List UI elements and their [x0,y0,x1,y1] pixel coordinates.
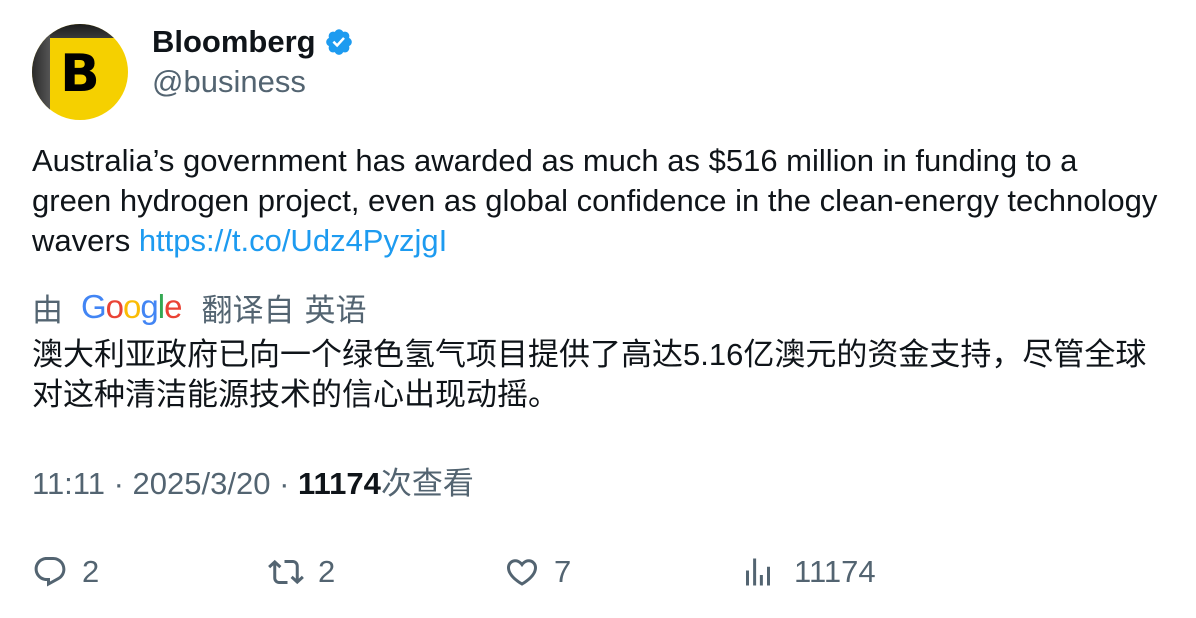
author-handle[interactable]: @business [152,62,306,102]
views-chart-icon [746,558,770,586]
google-logo-letter: o [105,288,124,325]
views-action-count: 11174 [794,554,876,589]
views-button[interactable]: 11174 [740,552,876,592]
translated-by-label: 由 [32,292,63,328]
views-label: 次查看 [380,466,474,501]
retweet-count: 2 [318,554,336,589]
google-logo[interactable]: Google [81,287,182,327]
like-count: 7 [554,554,572,589]
author-display-name[interactable]: Bloomberg [152,22,316,62]
google-logo-letter: o [123,288,141,325]
heart-icon [506,559,538,586]
retweet-button[interactable]: 2 [268,552,335,592]
author-avatar[interactable]: B [32,24,128,120]
retweet-icon [268,559,304,585]
reply-count: 2 [82,554,100,589]
verified-badge-icon [325,29,352,55]
action-bar: 2 2 7 11174 [32,552,1162,592]
avatar-letter: B [60,44,100,104]
translated-text: 澳大利亚政府已向一个绿色氢气项目提供了高达5.16亿澳元的资金支持，尽管全球对这… [32,337,1147,412]
reply-button[interactable]: 2 [32,552,99,592]
source-language: 英语 [304,292,367,328]
meta-separator: · [104,466,133,501]
tweet-date[interactable]: 2025/3/20 [133,466,271,501]
like-button[interactable]: 7 [504,552,571,592]
translated-by-row: 由 Google 翻译自 英语 [32,287,367,328]
meta-separator: · [270,466,299,501]
translated-from-label: 翻译自 [201,292,295,328]
tweet-meta: 11:11 · 2025/3/20 · 11174次查看 [32,464,474,504]
author-name-row: Bloomberg [152,22,354,62]
google-logo-letter: g [140,288,158,325]
reply-icon [34,557,66,587]
tweet-time[interactable]: 11:11 [32,466,105,501]
google-logo-letter: e [164,288,182,325]
google-logo-letter: G [81,288,107,325]
views-count: 11174 [298,466,381,501]
tweet-text: Australia’s government has awarded as mu… [32,141,1162,261]
tweet-link[interactable]: https://t.co/Udz4PyzjgI [139,223,447,258]
